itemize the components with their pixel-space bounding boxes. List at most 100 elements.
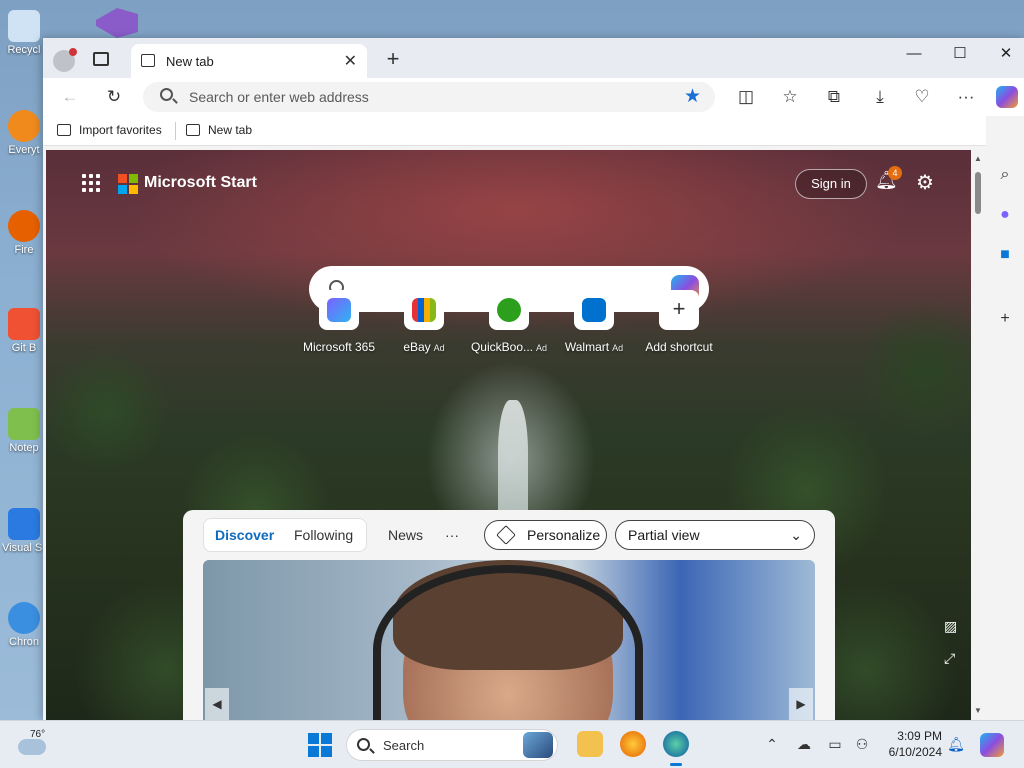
shortcut-quickbooks[interactable]: QuickBoo... Ad: [461, 290, 557, 354]
sidebar-add-icon[interactable]: +: [996, 310, 1014, 328]
carousel-next-button[interactable]: ▶: [789, 688, 813, 720]
scroll-up-icon[interactable]: ▲: [974, 154, 982, 163]
desktop-icon-label: Notep: [9, 442, 39, 454]
search-icon: [357, 738, 370, 751]
system-clock[interactable]: 3:09 PM 6/10/2024: [880, 728, 942, 760]
address-bar[interactable]: ★: [143, 82, 715, 112]
chrome-icon: [8, 602, 40, 634]
edge-icon[interactable]: [663, 731, 689, 766]
carousel-prev-button[interactable]: ◀: [205, 688, 229, 720]
copilot-icon[interactable]: [996, 86, 1018, 108]
page-settings-gear-icon[interactable]: ⚙: [916, 170, 934, 195]
new-tab-favicon-icon: [141, 54, 155, 67]
desktop-icon-label: Recycl: [7, 44, 41, 56]
favorites-bar-new-tab[interactable]: New tab: [186, 123, 252, 137]
personalize-label: Personalize: [527, 527, 601, 543]
shortcut-walmart[interactable]: Walmart Ad: [546, 290, 642, 354]
split-screen-icon[interactable]: ◫: [735, 86, 757, 108]
news-hero-image[interactable]: [203, 560, 815, 720]
downloads-icon[interactable]: ⤓: [869, 86, 891, 108]
sidebar-microsoft-365-icon[interactable]: ●: [996, 206, 1014, 224]
feed-more-button[interactable]: ···: [445, 527, 459, 543]
desktop-icon-notepad[interactable]: Notep: [2, 408, 46, 454]
favorites-bar-import-favorites[interactable]: Import favorites: [57, 123, 162, 137]
weather-widget[interactable]: 76°: [18, 729, 46, 755]
navigation-toolbar: ← ↻ ★ ◫ ☆ ⧉ ⤓ ♡ ···: [43, 78, 1024, 116]
desktop-icon-chrome[interactable]: Chron: [2, 602, 46, 648]
display-icon[interactable]: ▭: [826, 736, 844, 753]
taskbar-search-box[interactable]: Search: [346, 729, 558, 761]
shortcut-ebay[interactable]: eBay Ad: [376, 290, 472, 354]
desktop-icon-label: Visual S Co: [2, 542, 46, 554]
shortcut-label: Walmart: [564, 340, 610, 354]
notifications-bell-icon[interactable]: 🔔︎ 4: [875, 166, 902, 194]
page-scrollbar[interactable]: ▲ ▼: [971, 150, 985, 720]
maximize-button[interactable]: ☐: [937, 42, 983, 66]
tab-discover[interactable]: Discover: [215, 527, 274, 543]
sidebar-search-icon[interactable]: ⌕: [996, 166, 1014, 184]
refresh-icon[interactable]: ↻: [103, 86, 125, 108]
desktop-icon-visual-studio-code[interactable]: Visual S Co: [2, 508, 46, 554]
tab-news[interactable]: News: [388, 527, 423, 543]
show-hidden-icons-chevron-up-icon[interactable]: ⌃: [763, 736, 781, 753]
sign-in-button[interactable]: Sign in: [795, 169, 867, 199]
desktop-icon-firefox[interactable]: Fire: [2, 210, 46, 256]
shortcut-label: eBay: [403, 340, 431, 354]
close-tab-button[interactable]: ✕: [344, 51, 357, 71]
background-image-icon[interactable]: ▨: [944, 618, 957, 635]
sidebar-outlook-icon[interactable]: ■: [996, 246, 1014, 264]
favorites-icon[interactable]: ☆: [779, 86, 801, 108]
collections-icon[interactable]: ⧉: [823, 86, 845, 108]
minimize-button[interactable]: —: [891, 42, 937, 66]
desktop-icon-git-bash[interactable]: Git B: [2, 308, 46, 354]
address-input[interactable]: [189, 88, 629, 106]
favorites-bar-divider: [175, 122, 176, 140]
app-launcher-grid-icon[interactable]: [82, 174, 100, 192]
back-arrow-icon[interactable]: ←: [59, 86, 81, 108]
start-windows-icon[interactable]: [308, 733, 332, 757]
tab-title: New tab: [166, 54, 214, 69]
clock-time: 3:09 PM: [897, 729, 942, 743]
shortcut-microsoft-365[interactable]: Microsoft 365: [291, 290, 387, 354]
desktop-icon-everything[interactable]: Everyt: [2, 110, 46, 156]
desktop-icon-recycle-bin[interactable]: Recycl: [2, 10, 46, 56]
expand-icon[interactable]: ⤢: [944, 650, 955, 667]
more-options-icon[interactable]: ···: [955, 86, 977, 108]
file-explorer-icon[interactable]: [577, 731, 603, 757]
firefox-icon[interactable]: [620, 731, 646, 757]
new-tab-favicon-icon: [186, 124, 200, 136]
tab-actions-icon[interactable]: [93, 52, 109, 66]
news-feed-panel: Discover Following News ··· Personalize …: [183, 510, 835, 720]
quickbooks-icon: [489, 290, 529, 330]
taskbar-search-label: Search: [383, 738, 425, 753]
notification-badge: 4: [888, 166, 902, 180]
browser-essentials-icon[interactable]: ♡: [911, 86, 933, 108]
tab-new-tab[interactable]: New tab ✕: [131, 44, 367, 78]
cloud-offline-icon[interactable]: ☁: [795, 736, 813, 753]
copilot-pre-icon[interactable]: [980, 733, 1004, 757]
favorite-star-icon[interactable]: ★: [684, 85, 701, 108]
new-tab-page: Microsoft Start Sign in 🔔︎ 4 ⚙ Microsoft…: [46, 150, 971, 720]
visual-studio-icon[interactable]: [96, 8, 138, 38]
recycle-bin-icon: [8, 10, 40, 42]
tab-following[interactable]: Following: [294, 527, 353, 543]
new-tab-button[interactable]: +: [381, 46, 405, 72]
edge-sidebar: ⌕ ● ■ + ⚙: [986, 116, 1024, 751]
git-bash-icon: [8, 308, 40, 340]
desktop-icon-label: Everyt: [8, 144, 40, 156]
microsoft-365-icon: [319, 290, 359, 330]
scrollbar-thumb[interactable]: [975, 172, 981, 214]
network-icon[interactable]: ⚇: [853, 736, 871, 753]
profile-avatar-icon[interactable]: [53, 48, 77, 72]
view-select-dropdown[interactable]: Partial view ⌄: [615, 520, 815, 550]
import-favorites-icon: [57, 124, 71, 136]
personalize-icon: [496, 525, 516, 545]
personalize-button[interactable]: Personalize: [484, 520, 607, 550]
notification-bell-icon[interactable]: 🔔︎: [947, 736, 965, 753]
scroll-down-icon[interactable]: ▼: [974, 706, 982, 715]
shortcut-add[interactable]: + Add shortcut: [631, 290, 727, 354]
microsoft-start-title[interactable]: Microsoft Start: [144, 174, 257, 192]
close-window-button[interactable]: ✕: [983, 42, 1024, 66]
ebay-icon: [404, 290, 444, 330]
ad-badge: Ad: [612, 343, 624, 353]
